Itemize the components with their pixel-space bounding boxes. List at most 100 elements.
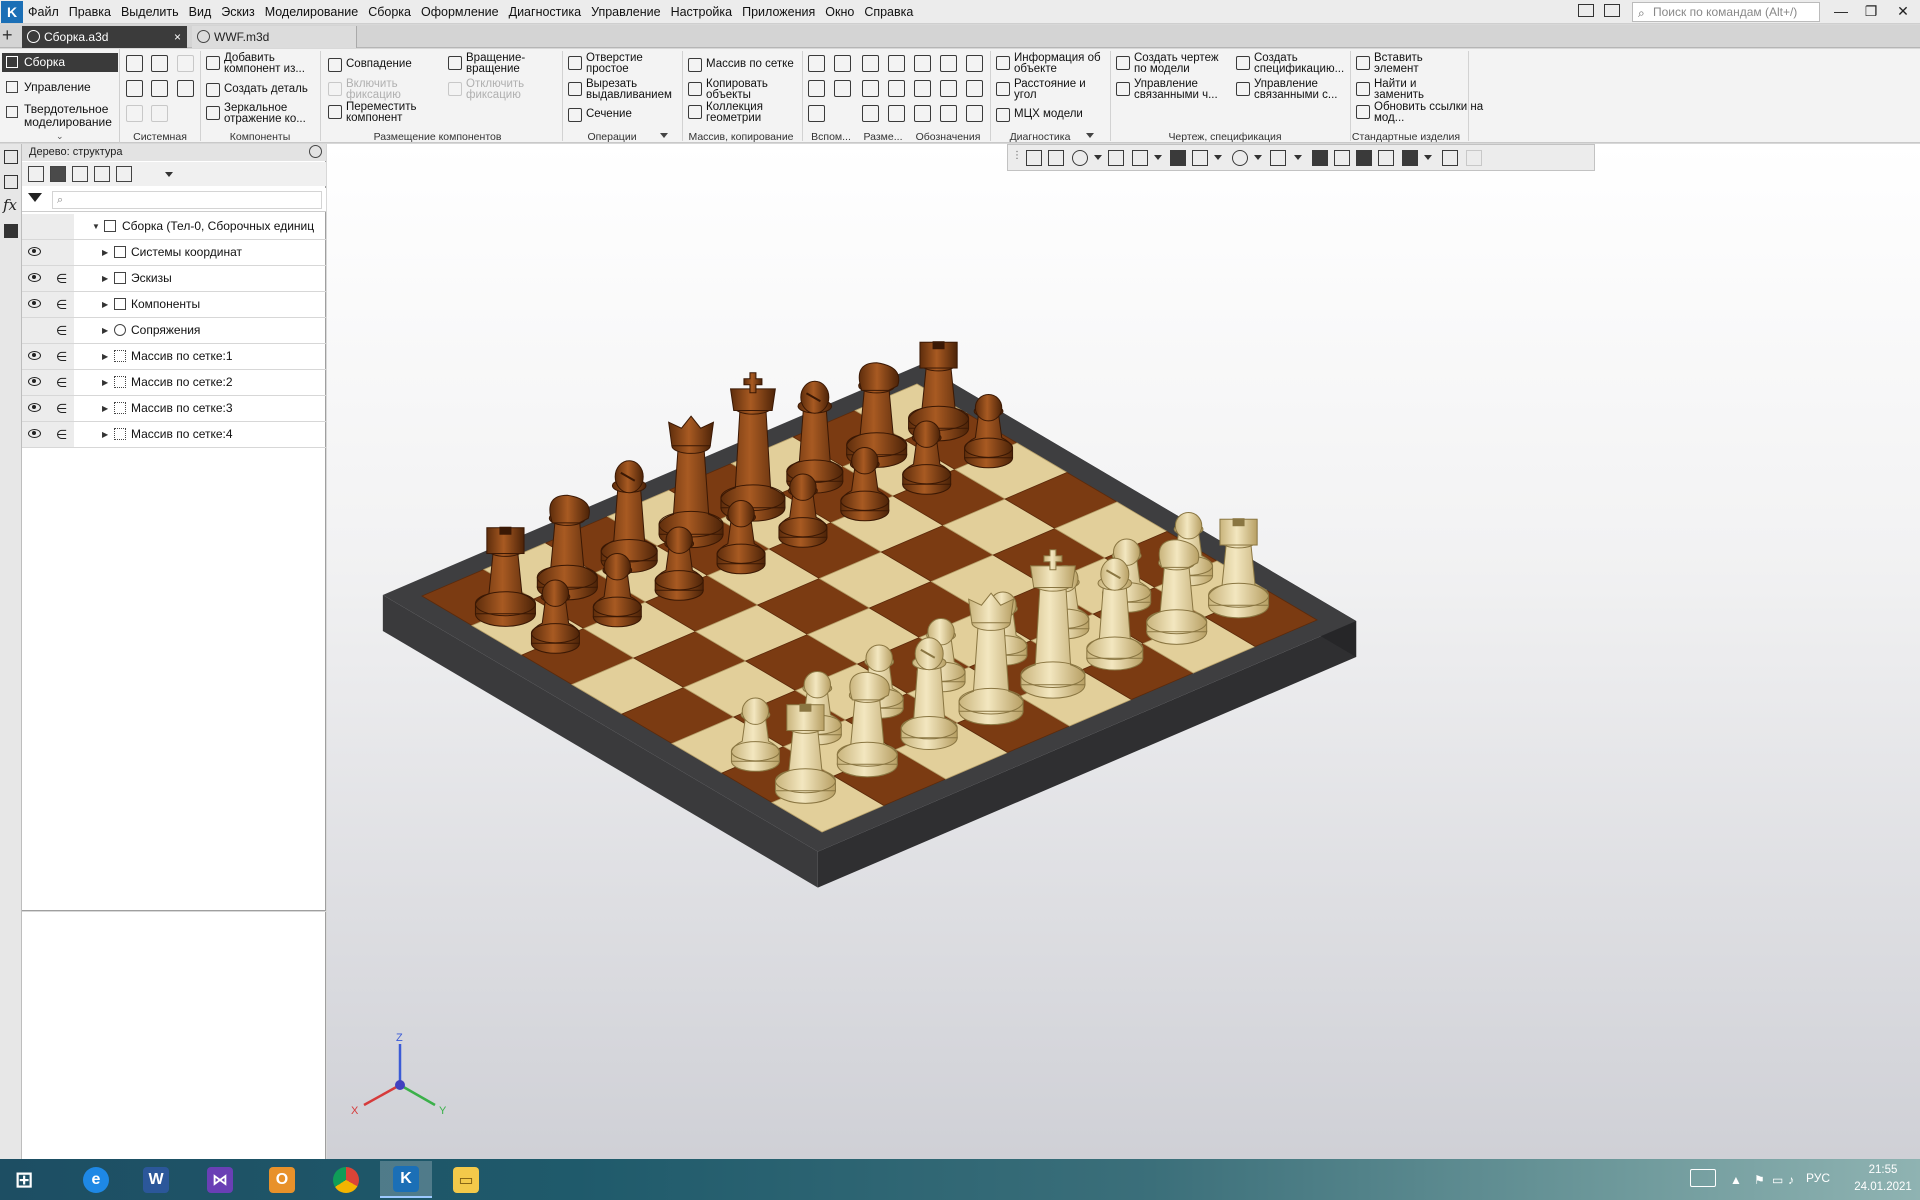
perspective-icon[interactable] bbox=[1312, 150, 1328, 166]
dim-auto-icon[interactable] bbox=[862, 105, 879, 122]
visibility-eye-icon[interactable] bbox=[28, 403, 41, 412]
zoom-icon[interactable] bbox=[1072, 150, 1088, 166]
aux-plane-icon[interactable] bbox=[808, 55, 825, 72]
update-links-button[interactable]: Обновить ссылки на мод... bbox=[1354, 101, 1486, 124]
mirror-component-button[interactable]: Зеркальное отражение ко... bbox=[204, 102, 332, 125]
properties-panel-icon[interactable] bbox=[4, 175, 18, 189]
save-icon[interactable] bbox=[177, 55, 194, 72]
visibility-eye-icon[interactable] bbox=[28, 351, 41, 360]
section-view-icon[interactable] bbox=[1334, 150, 1350, 166]
tray-expand-icon[interactable]: ▲ bbox=[1730, 1173, 1742, 1187]
menu-file[interactable]: Файл bbox=[23, 0, 64, 24]
tree-panel-icon[interactable] bbox=[4, 150, 18, 164]
filter-dropdown-icon[interactable] bbox=[1424, 155, 1432, 160]
kompas-logo-icon[interactable]: K bbox=[1, 0, 23, 23]
expand-arrow-icon[interactable]: ▼ bbox=[92, 214, 100, 239]
visibility-eye-icon[interactable] bbox=[28, 377, 41, 386]
taskbar-file-explorer[interactable]: ▭ bbox=[444, 1161, 488, 1198]
aux-axis-icon[interactable] bbox=[834, 55, 851, 72]
section-button[interactable]: Сечение bbox=[566, 107, 632, 122]
dim-chain-icon[interactable] bbox=[888, 105, 905, 122]
dim-diameter-icon[interactable] bbox=[888, 55, 905, 72]
gear-icon[interactable] bbox=[309, 145, 322, 158]
save-all-icon[interactable] bbox=[177, 80, 194, 97]
leader-icon[interactable] bbox=[914, 55, 931, 72]
zoom-window-icon[interactable] bbox=[1048, 150, 1064, 166]
variables-icon[interactable]: fx bbox=[3, 196, 17, 214]
manage-linked-drawings-button[interactable]: Управление связанными ч... bbox=[1114, 78, 1228, 101]
base-icon[interactable] bbox=[966, 55, 983, 72]
grid-array-button[interactable]: Массив по сетке bbox=[686, 57, 794, 72]
tab-assembly[interactable]: Сборка.a3d × bbox=[22, 26, 187, 48]
dim-angular-icon[interactable] bbox=[862, 80, 879, 97]
taskbar-internet-explorer[interactable]: e bbox=[74, 1161, 118, 1198]
tree-row-mates[interactable]: ∈ ▶ Сопряжения bbox=[22, 318, 326, 344]
tree-search-input[interactable]: ⌕ bbox=[52, 191, 322, 209]
print-icon[interactable] bbox=[126, 80, 143, 97]
command-search-input[interactable]: ⌕ Поиск по командам (Alt+/) bbox=[1632, 2, 1820, 22]
hide-icon[interactable] bbox=[1232, 150, 1248, 166]
menu-settings[interactable]: Настройка bbox=[666, 0, 738, 24]
aux-csys-icon[interactable] bbox=[834, 80, 851, 97]
3d-viewport[interactable]: Z X Y ⋮ bbox=[327, 144, 1920, 1159]
visibility-eye-icon[interactable] bbox=[28, 247, 41, 256]
new-tab-button[interactable]: + bbox=[2, 26, 18, 45]
include-icon[interactable]: ∈ bbox=[56, 422, 67, 447]
expand-arrow-icon[interactable]: ▶ bbox=[102, 318, 108, 343]
menu-view[interactable]: Вид bbox=[184, 0, 217, 24]
orientation-icon[interactable] bbox=[1192, 150, 1208, 166]
dim-radial-icon[interactable] bbox=[888, 80, 905, 97]
taskbar-chrome[interactable] bbox=[324, 1161, 368, 1198]
expand-arrow-icon[interactable]: ▶ bbox=[102, 266, 108, 291]
display-dropdown-icon[interactable] bbox=[1294, 155, 1302, 160]
geometry-collection-button[interactable]: Коллекция геометрии bbox=[686, 101, 776, 124]
camera-icon[interactable] bbox=[1604, 4, 1620, 17]
create-drawing-button[interactable]: Создать чертеж по модели bbox=[1114, 52, 1228, 75]
cut-line-icon[interactable] bbox=[966, 105, 983, 122]
include-icon[interactable]: ∈ bbox=[56, 370, 67, 395]
close-button[interactable]: ✕ bbox=[1888, 0, 1918, 24]
menu-management[interactable]: Управление bbox=[586, 0, 666, 24]
menu-assembly[interactable]: Сборка bbox=[363, 0, 416, 24]
undo-icon[interactable] bbox=[126, 105, 143, 122]
visibility-eye-icon[interactable] bbox=[28, 273, 41, 282]
taskbar-word[interactable]: W bbox=[134, 1161, 178, 1198]
move-component-button[interactable]: Переместить компонент bbox=[326, 101, 426, 124]
minimize-button[interactable]: — bbox=[1826, 0, 1856, 24]
tree-view-structure-icon[interactable] bbox=[28, 166, 44, 182]
weld-icon[interactable] bbox=[940, 80, 957, 97]
marking-icon[interactable] bbox=[966, 80, 983, 97]
tab-close-icon[interactable]: × bbox=[174, 26, 181, 48]
tree-row-sketches[interactable]: ∈ ▶ Эскизы bbox=[22, 266, 326, 292]
chess-scene[interactable]: Z X Y bbox=[327, 144, 1920, 1159]
tree-row-coordinate-systems[interactable]: ▶ Системы координат bbox=[22, 240, 326, 266]
create-part-button[interactable]: Создать деталь bbox=[204, 82, 308, 97]
zoom-dropdown-icon[interactable] bbox=[1094, 155, 1102, 160]
tree-row-grid-array-4[interactable]: ∈ ▶ Массив по сетке:4 bbox=[22, 422, 326, 448]
expand-arrow-icon[interactable]: ▶ bbox=[102, 422, 108, 447]
distance-angle-button[interactable]: Расстояние и угол bbox=[994, 78, 1094, 101]
include-icon[interactable]: ∈ bbox=[56, 318, 67, 343]
tree-row-assembly-root[interactable]: ▼ Сборка (Тел-0, Сборочных единиц bbox=[22, 214, 326, 240]
layers-view-icon[interactable] bbox=[1378, 150, 1394, 166]
aux-line-icon[interactable] bbox=[808, 105, 825, 122]
tree-view-dropdown-icon[interactable] bbox=[165, 172, 173, 177]
expand-arrow-icon[interactable]: ▶ bbox=[102, 370, 108, 395]
settings-view-icon[interactable] bbox=[1442, 150, 1458, 166]
diagnostics-dropdown-icon[interactable] bbox=[1086, 133, 1094, 138]
menu-sketch[interactable]: Эскиз bbox=[216, 0, 259, 24]
thread-icon[interactable] bbox=[940, 105, 957, 122]
rotation-button[interactable]: Вращение-вращение bbox=[446, 52, 532, 75]
extrude-cut-button[interactable]: Вырезать выдавливанием bbox=[566, 78, 682, 101]
modes-expand-icon[interactable]: ⌄ bbox=[56, 131, 64, 142]
orientation-dropdown-icon[interactable] bbox=[1214, 155, 1222, 160]
tree-view-mode-icon[interactable] bbox=[50, 166, 66, 182]
menu-design[interactable]: Оформление bbox=[416, 0, 504, 24]
manage-linked-specs-button[interactable]: Управление связанными с... bbox=[1234, 78, 1348, 101]
tree-row-grid-array-2[interactable]: ∈ ▶ Массив по сетке:2 bbox=[22, 370, 326, 396]
expand-arrow-icon[interactable]: ▶ bbox=[102, 240, 108, 265]
visibility-eye-icon[interactable] bbox=[28, 299, 41, 308]
menu-edit[interactable]: Правка bbox=[64, 0, 116, 24]
layers-icon[interactable] bbox=[4, 224, 18, 238]
mass-properties-button[interactable]: МЦХ модели bbox=[994, 107, 1083, 122]
